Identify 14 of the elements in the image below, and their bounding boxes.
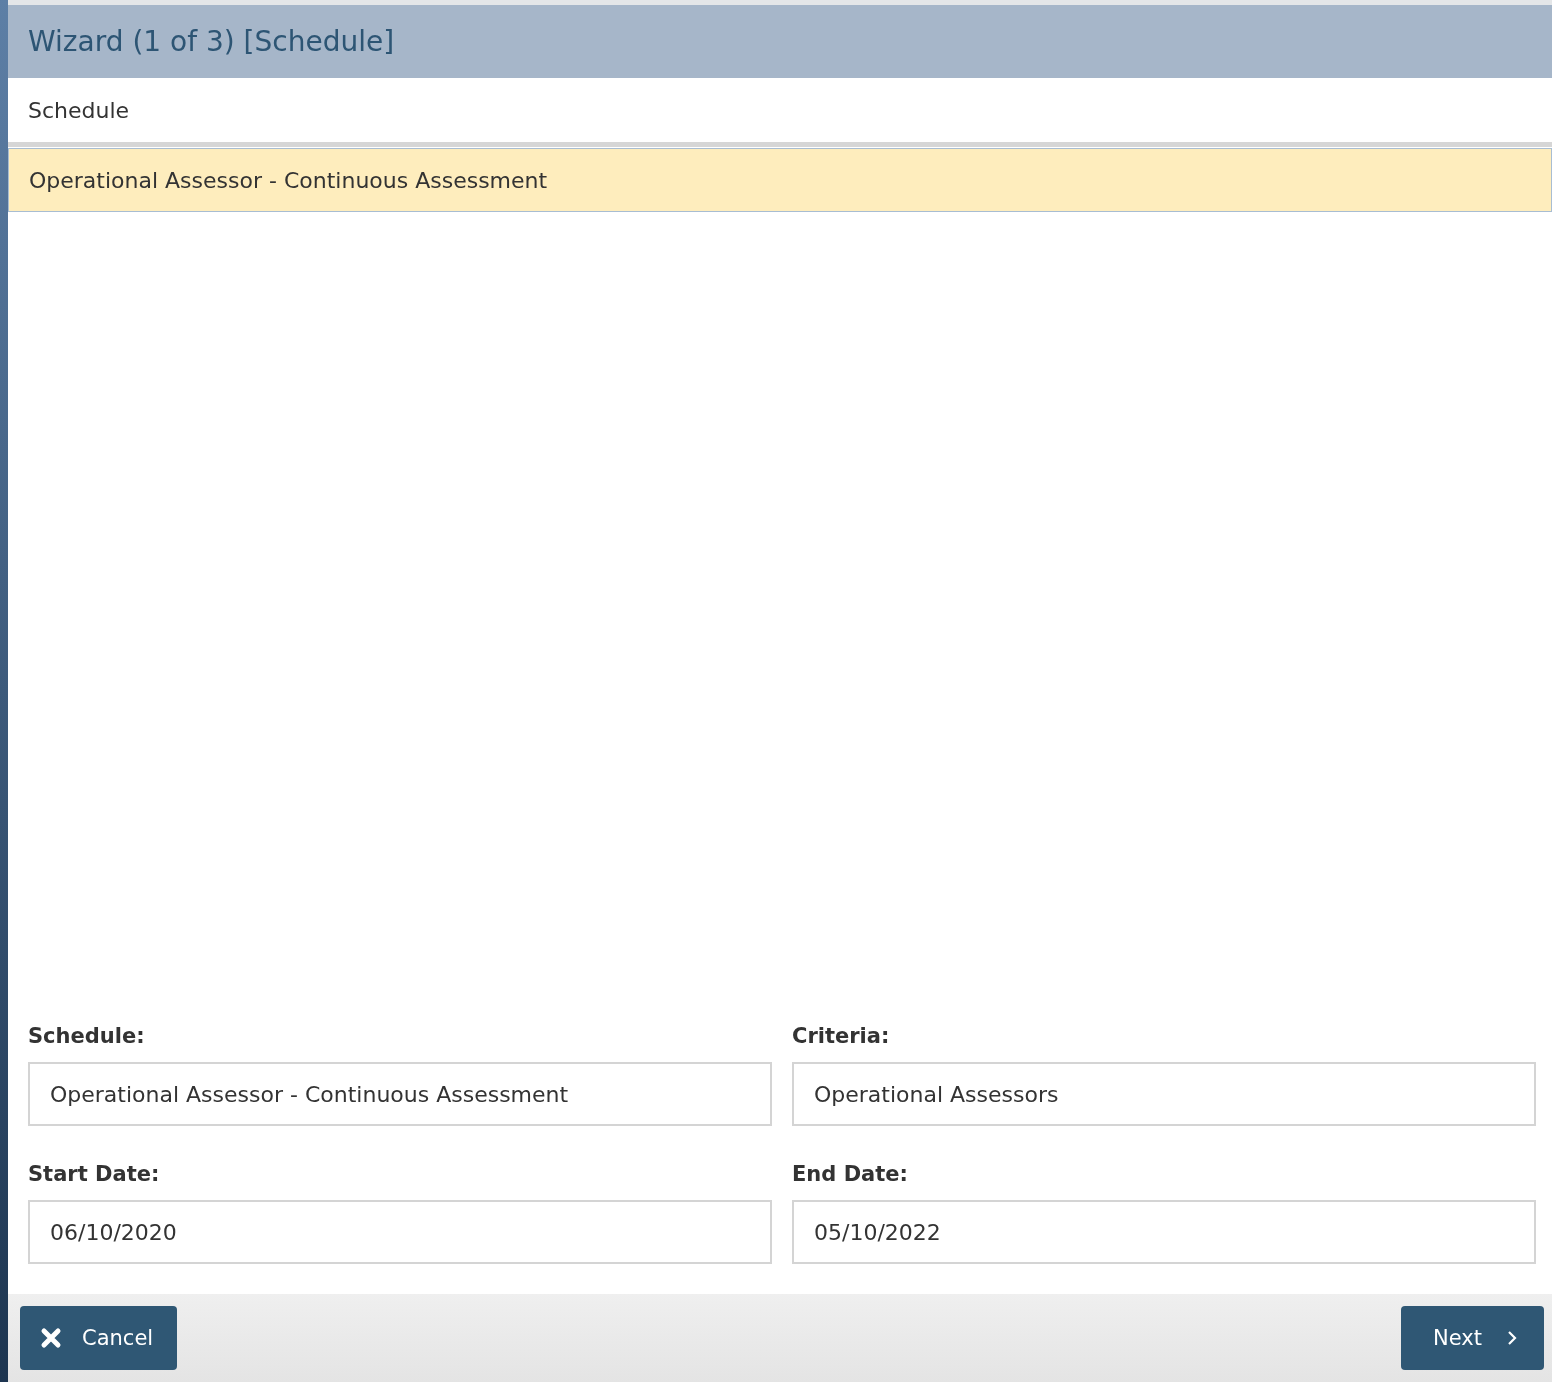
- cancel-button[interactable]: Cancel: [20, 1306, 178, 1370]
- field-label: Start Date:: [28, 1162, 161, 1186]
- input-field[interactable]: 06/10/2020: [28, 1200, 772, 1264]
- field-label: Schedule:: [28, 1024, 146, 1048]
- input-field[interactable]: Operational Assessors: [792, 1062, 1536, 1126]
- window-title: Wizard (1 of 3) [Schedule]: [28, 25, 395, 58]
- field-label: End Date:: [792, 1162, 909, 1186]
- next-button[interactable]: Next: [1401, 1306, 1544, 1370]
- input-field[interactable]: 05/10/2022: [792, 1200, 1536, 1264]
- field-label: Criteria:: [792, 1024, 891, 1048]
- list-row[interactable]: Operational Assessor - Continuous Assessment: [8, 148, 1552, 212]
- input-field[interactable]: Operational Assessor - Continuous Assessment: [28, 1062, 772, 1126]
- close-icon: [40, 1327, 62, 1349]
- chevron-right-icon: [1506, 1329, 1518, 1347]
